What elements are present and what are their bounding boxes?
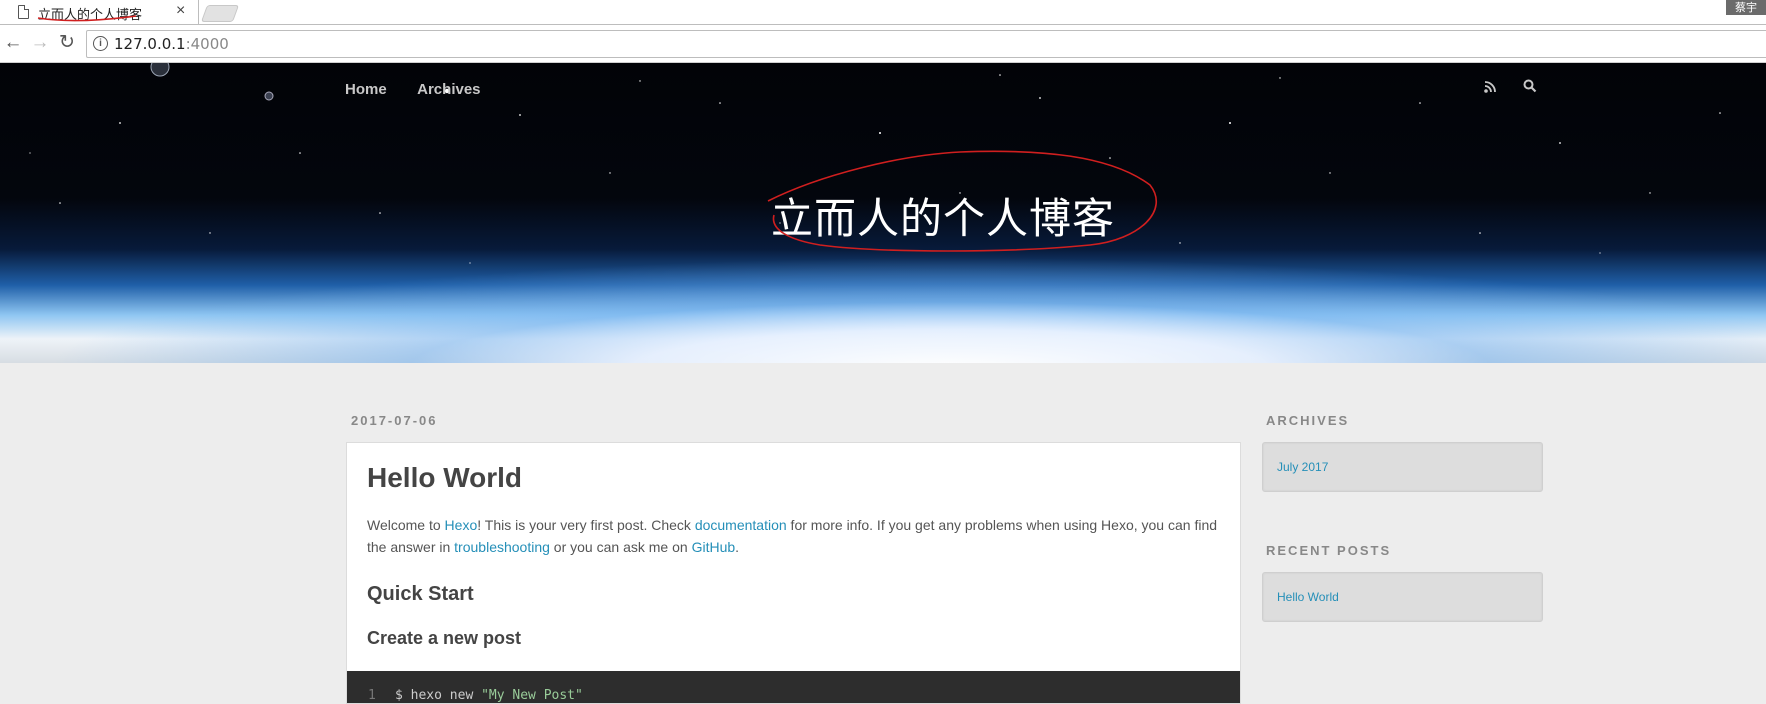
profile-badge[interactable]: 蔡宇 xyxy=(1726,0,1766,15)
post-date[interactable]: 2017-07-06 xyxy=(351,413,438,428)
new-tab-button[interactable] xyxy=(200,5,240,22)
link-documentation[interactable]: documentation xyxy=(695,517,787,533)
code-command: $ hexo new xyxy=(395,688,482,703)
widget-title-archives: ARCHIVES xyxy=(1266,413,1350,428)
url-text[interactable]: 127.0.0.1:4000 xyxy=(114,35,229,53)
link-github[interactable]: GitHub xyxy=(692,539,736,555)
code-block: 1 $ hexo new "My New Post" xyxy=(347,671,1240,703)
recent-posts-widget: Hello World xyxy=(1262,572,1543,622)
link-hexo[interactable]: Hexo xyxy=(445,517,478,533)
link-troubleshooting[interactable]: troubleshooting xyxy=(454,539,550,555)
nav-icons xyxy=(1484,79,1559,98)
forward-arrow-icon[interactable]: → xyxy=(30,33,50,53)
archives-widget: July 2017 xyxy=(1262,442,1543,492)
main-nav: Home Archives xyxy=(345,81,507,99)
code-line-number: 1 xyxy=(368,688,376,703)
annotation-underline xyxy=(37,15,137,22)
url-host: 127.0.0.1 xyxy=(114,35,186,53)
nav-link-home[interactable]: Home xyxy=(345,81,387,98)
page-icon xyxy=(18,5,29,19)
code-string: "My New Post" xyxy=(481,688,583,703)
reload-icon[interactable]: ↻ xyxy=(57,33,77,53)
article-title[interactable]: Hello World xyxy=(367,462,522,494)
heading-quick-start: Quick Start xyxy=(367,583,474,605)
widget-title-recent-posts: RECENT POSTS xyxy=(1266,543,1392,558)
url-port: :4000 xyxy=(185,35,229,53)
close-tab-icon[interactable]: × xyxy=(176,2,185,20)
heading-create-post: Create a new post xyxy=(367,628,522,648)
annotation-circle xyxy=(767,150,1157,252)
info-icon[interactable]: i xyxy=(93,36,108,51)
recent-post-link[interactable]: Hello World xyxy=(1277,590,1339,604)
archive-link-july-2017[interactable]: July 2017 xyxy=(1277,460,1328,474)
intro-text: ! This is your very first post. Check xyxy=(477,517,695,533)
browser-toolbar: ← → ↻ i 127.0.0.1:4000 xyxy=(0,25,1766,63)
browser-tab-active[interactable]: 立而人的个人博客 × xyxy=(0,0,199,24)
intro-text: . xyxy=(735,539,740,555)
intro-text: Welcome to xyxy=(367,517,445,533)
browser-tabstrip: 立而人的个人博客 × 蔡宇 xyxy=(0,0,1766,25)
rss-icon[interactable] xyxy=(1484,80,1497,98)
header-banner: Home Archives 立而人的个人博客 xyxy=(0,63,1766,363)
code-line: $ hexo new "My New Post" xyxy=(395,688,583,703)
article-intro: Welcome to Hexo! This is your very first… xyxy=(367,514,1227,558)
address-bar[interactable]: i 127.0.0.1:4000 xyxy=(86,30,1766,58)
nav-link-archives[interactable]: Archives xyxy=(417,81,480,98)
back-arrow-icon[interactable]: ← xyxy=(3,33,23,53)
article-card: Hello World Welcome to Hexo! This is you… xyxy=(346,442,1241,704)
intro-text: or you can ask me on xyxy=(549,539,692,555)
search-icon[interactable] xyxy=(1523,79,1537,98)
